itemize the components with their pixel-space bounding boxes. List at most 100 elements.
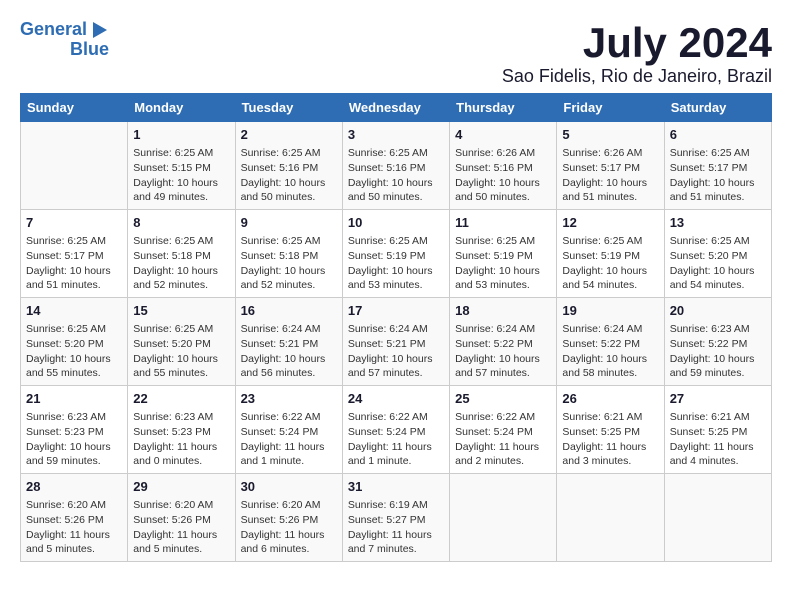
day-number: 29 (133, 478, 229, 496)
title-block: July 2024 Sao Fidelis, Rio de Janeiro, B… (502, 20, 772, 87)
page-header: General Blue July 2024 Sao Fidelis, Rio … (20, 20, 772, 87)
logo-arrow-icon (89, 20, 109, 40)
day-info: Sunrise: 6:26 AM Sunset: 5:16 PM Dayligh… (455, 146, 551, 205)
day-info: Sunrise: 6:20 AM Sunset: 5:26 PM Dayligh… (26, 498, 122, 557)
day-info: Sunrise: 6:24 AM Sunset: 5:21 PM Dayligh… (348, 322, 444, 381)
day-number: 9 (241, 214, 337, 232)
table-row: 20Sunrise: 6:23 AM Sunset: 5:22 PM Dayli… (664, 298, 771, 386)
day-number: 14 (26, 302, 122, 320)
col-wednesday: Wednesday (342, 94, 449, 122)
day-number: 31 (348, 478, 444, 496)
day-number: 22 (133, 390, 229, 408)
day-info: Sunrise: 6:25 AM Sunset: 5:15 PM Dayligh… (133, 146, 229, 205)
table-row: 21 Sunrise: 6:23 AM Sunset: 5:23 PM Dayli… (21, 386, 128, 474)
col-friday: Friday (557, 94, 664, 122)
logo-text-blue: Blue (70, 40, 109, 60)
day-info: Sunrise: 6:25 AM Sunset: 5:17 PM Dayligh… (670, 146, 766, 205)
day-info: Sunrise: 6:19 AM Sunset: 5:27 PM Dayligh… (348, 498, 444, 557)
table-row: 30Sunrise: 6:20 AM Sunset: 5:26 PM Dayli… (235, 473, 342, 561)
table-row: 24 Sunrise: 6:22 AM Sunset: 5:24 PM Dayli… (342, 386, 449, 474)
table-row: 13 Sunrise: 6:25 AM Sunset: 5:20 PM Dayli… (664, 210, 771, 298)
day-info: Sunrise: 6:25 AM Sunset: 5:16 PM Dayligh… (348, 146, 444, 205)
table-row: 14 Sunrise: 6:25 AM Sunset: 5:20 PM Dayli… (21, 298, 128, 386)
day-info: Sunrise: 6:25 AM Sunset: 5:19 PM Dayligh… (562, 234, 658, 293)
day-info: Sunrise: 6:25 AM Sunset: 5:20 PM Dayligh… (26, 322, 122, 381)
header-row: Sunday Monday Tuesday Wednesday Thursday… (21, 94, 772, 122)
table-row: 11Sunrise: 6:25 AM Sunset: 5:19 PM Dayli… (450, 210, 557, 298)
table-row: 12 Sunrise: 6:25 AM Sunset: 5:19 PM Dayli… (557, 210, 664, 298)
day-info: Sunrise: 6:25 AM Sunset: 5:18 PM Dayligh… (133, 234, 229, 293)
day-info: Sunrise: 6:21 AM Sunset: 5:25 PM Dayligh… (670, 410, 766, 469)
day-number: 18 (455, 302, 551, 320)
day-number: 30 (241, 478, 337, 496)
table-row: 8 Sunrise: 6:25 AM Sunset: 5:18 PM Daylig… (128, 210, 235, 298)
table-row (664, 473, 771, 561)
day-number: 5 (562, 126, 658, 144)
day-number: 27 (670, 390, 766, 408)
day-number: 19 (562, 302, 658, 320)
day-info: Sunrise: 6:23 AM Sunset: 5:23 PM Dayligh… (26, 410, 122, 469)
day-number: 26 (562, 390, 658, 408)
table-row: 26 Sunrise: 6:21 AM Sunset: 5:25 PM Dayli… (557, 386, 664, 474)
day-info: Sunrise: 6:23 AM Sunset: 5:23 PM Dayligh… (133, 410, 229, 469)
day-info: Sunrise: 6:24 AM Sunset: 5:21 PM Dayligh… (241, 322, 337, 381)
day-number: 13 (670, 214, 766, 232)
table-row: 29 Sunrise: 6:20 AM Sunset: 5:26 PM Dayli… (128, 473, 235, 561)
day-info: Sunrise: 6:21 AM Sunset: 5:25 PM Dayligh… (562, 410, 658, 469)
table-row: 27 Sunrise: 6:21 AM Sunset: 5:25 PM Dayli… (664, 386, 771, 474)
logo: General Blue (20, 20, 109, 60)
day-number: 24 (348, 390, 444, 408)
table-row: 15Sunrise: 6:25 AM Sunset: 5:20 PM Dayli… (128, 298, 235, 386)
day-number: 23 (241, 390, 337, 408)
day-info: Sunrise: 6:23 AM Sunset: 5:22 PM Dayligh… (670, 322, 766, 381)
table-row: 17Sunrise: 6:24 AM Sunset: 5:21 PM Dayli… (342, 298, 449, 386)
calendar-week-row: 21 Sunrise: 6:23 AM Sunset: 5:23 PM Dayli… (21, 386, 772, 474)
day-info: Sunrise: 6:25 AM Sunset: 5:20 PM Dayligh… (670, 234, 766, 293)
day-info: Sunrise: 6:22 AM Sunset: 5:24 PM Dayligh… (455, 410, 551, 469)
calendar-title: July 2024 (502, 20, 772, 66)
calendar-subtitle: Sao Fidelis, Rio de Janeiro, Brazil (502, 66, 772, 87)
day-info: Sunrise: 6:25 AM Sunset: 5:17 PM Dayligh… (26, 234, 122, 293)
day-number: 16 (241, 302, 337, 320)
table-row: 16 Sunrise: 6:24 AM Sunset: 5:21 PM Dayli… (235, 298, 342, 386)
day-number: 21 (26, 390, 122, 408)
day-info: Sunrise: 6:22 AM Sunset: 5:24 PM Dayligh… (348, 410, 444, 469)
calendar-week-row: 28 Sunrise: 6:20 AM Sunset: 5:26 PM Dayli… (21, 473, 772, 561)
col-tuesday: Tuesday (235, 94, 342, 122)
calendar-week-row: 7 Sunrise: 6:25 AM Sunset: 5:17 PM Daylig… (21, 210, 772, 298)
table-row: 10Sunrise: 6:25 AM Sunset: 5:19 PM Dayli… (342, 210, 449, 298)
table-row: 18 Sunrise: 6:24 AM Sunset: 5:22 PM Dayli… (450, 298, 557, 386)
day-number: 7 (26, 214, 122, 232)
table-row: 1Sunrise: 6:25 AM Sunset: 5:15 PM Daylig… (128, 122, 235, 210)
calendar-week-row: 1Sunrise: 6:25 AM Sunset: 5:15 PM Daylig… (21, 122, 772, 210)
table-row: 7 Sunrise: 6:25 AM Sunset: 5:17 PM Daylig… (21, 210, 128, 298)
calendar-table: Sunday Monday Tuesday Wednesday Thursday… (20, 93, 772, 562)
day-number: 3 (348, 126, 444, 144)
day-info: Sunrise: 6:24 AM Sunset: 5:22 PM Dayligh… (562, 322, 658, 381)
day-number: 2 (241, 126, 337, 144)
day-info: Sunrise: 6:22 AM Sunset: 5:24 PM Dayligh… (241, 410, 337, 469)
day-info: Sunrise: 6:25 AM Sunset: 5:19 PM Dayligh… (348, 234, 444, 293)
table-row: 23 Sunrise: 6:22 AM Sunset: 5:24 PM Dayli… (235, 386, 342, 474)
table-row: 25 Sunrise: 6:22 AM Sunset: 5:24 PM Dayli… (450, 386, 557, 474)
day-number: 25 (455, 390, 551, 408)
table-row: 6Sunrise: 6:25 AM Sunset: 5:17 PM Daylig… (664, 122, 771, 210)
day-info: Sunrise: 6:20 AM Sunset: 5:26 PM Dayligh… (133, 498, 229, 557)
logo-text-general: General (20, 20, 87, 40)
day-info: Sunrise: 6:26 AM Sunset: 5:17 PM Dayligh… (562, 146, 658, 205)
day-number: 12 (562, 214, 658, 232)
day-info: Sunrise: 6:25 AM Sunset: 5:19 PM Dayligh… (455, 234, 551, 293)
col-monday: Monday (128, 94, 235, 122)
table-row: 4 Sunrise: 6:26 AM Sunset: 5:16 PM Daylig… (450, 122, 557, 210)
table-row: 2Sunrise: 6:25 AM Sunset: 5:16 PM Daylig… (235, 122, 342, 210)
day-number: 8 (133, 214, 229, 232)
table-row: 28 Sunrise: 6:20 AM Sunset: 5:26 PM Dayli… (21, 473, 128, 561)
col-sunday: Sunday (21, 94, 128, 122)
table-row: 9Sunrise: 6:25 AM Sunset: 5:18 PM Daylig… (235, 210, 342, 298)
table-row: 22 Sunrise: 6:23 AM Sunset: 5:23 PM Dayli… (128, 386, 235, 474)
col-thursday: Thursday (450, 94, 557, 122)
day-info: Sunrise: 6:24 AM Sunset: 5:22 PM Dayligh… (455, 322, 551, 381)
day-number: 4 (455, 126, 551, 144)
day-info: Sunrise: 6:25 AM Sunset: 5:20 PM Dayligh… (133, 322, 229, 381)
day-number: 28 (26, 478, 122, 496)
